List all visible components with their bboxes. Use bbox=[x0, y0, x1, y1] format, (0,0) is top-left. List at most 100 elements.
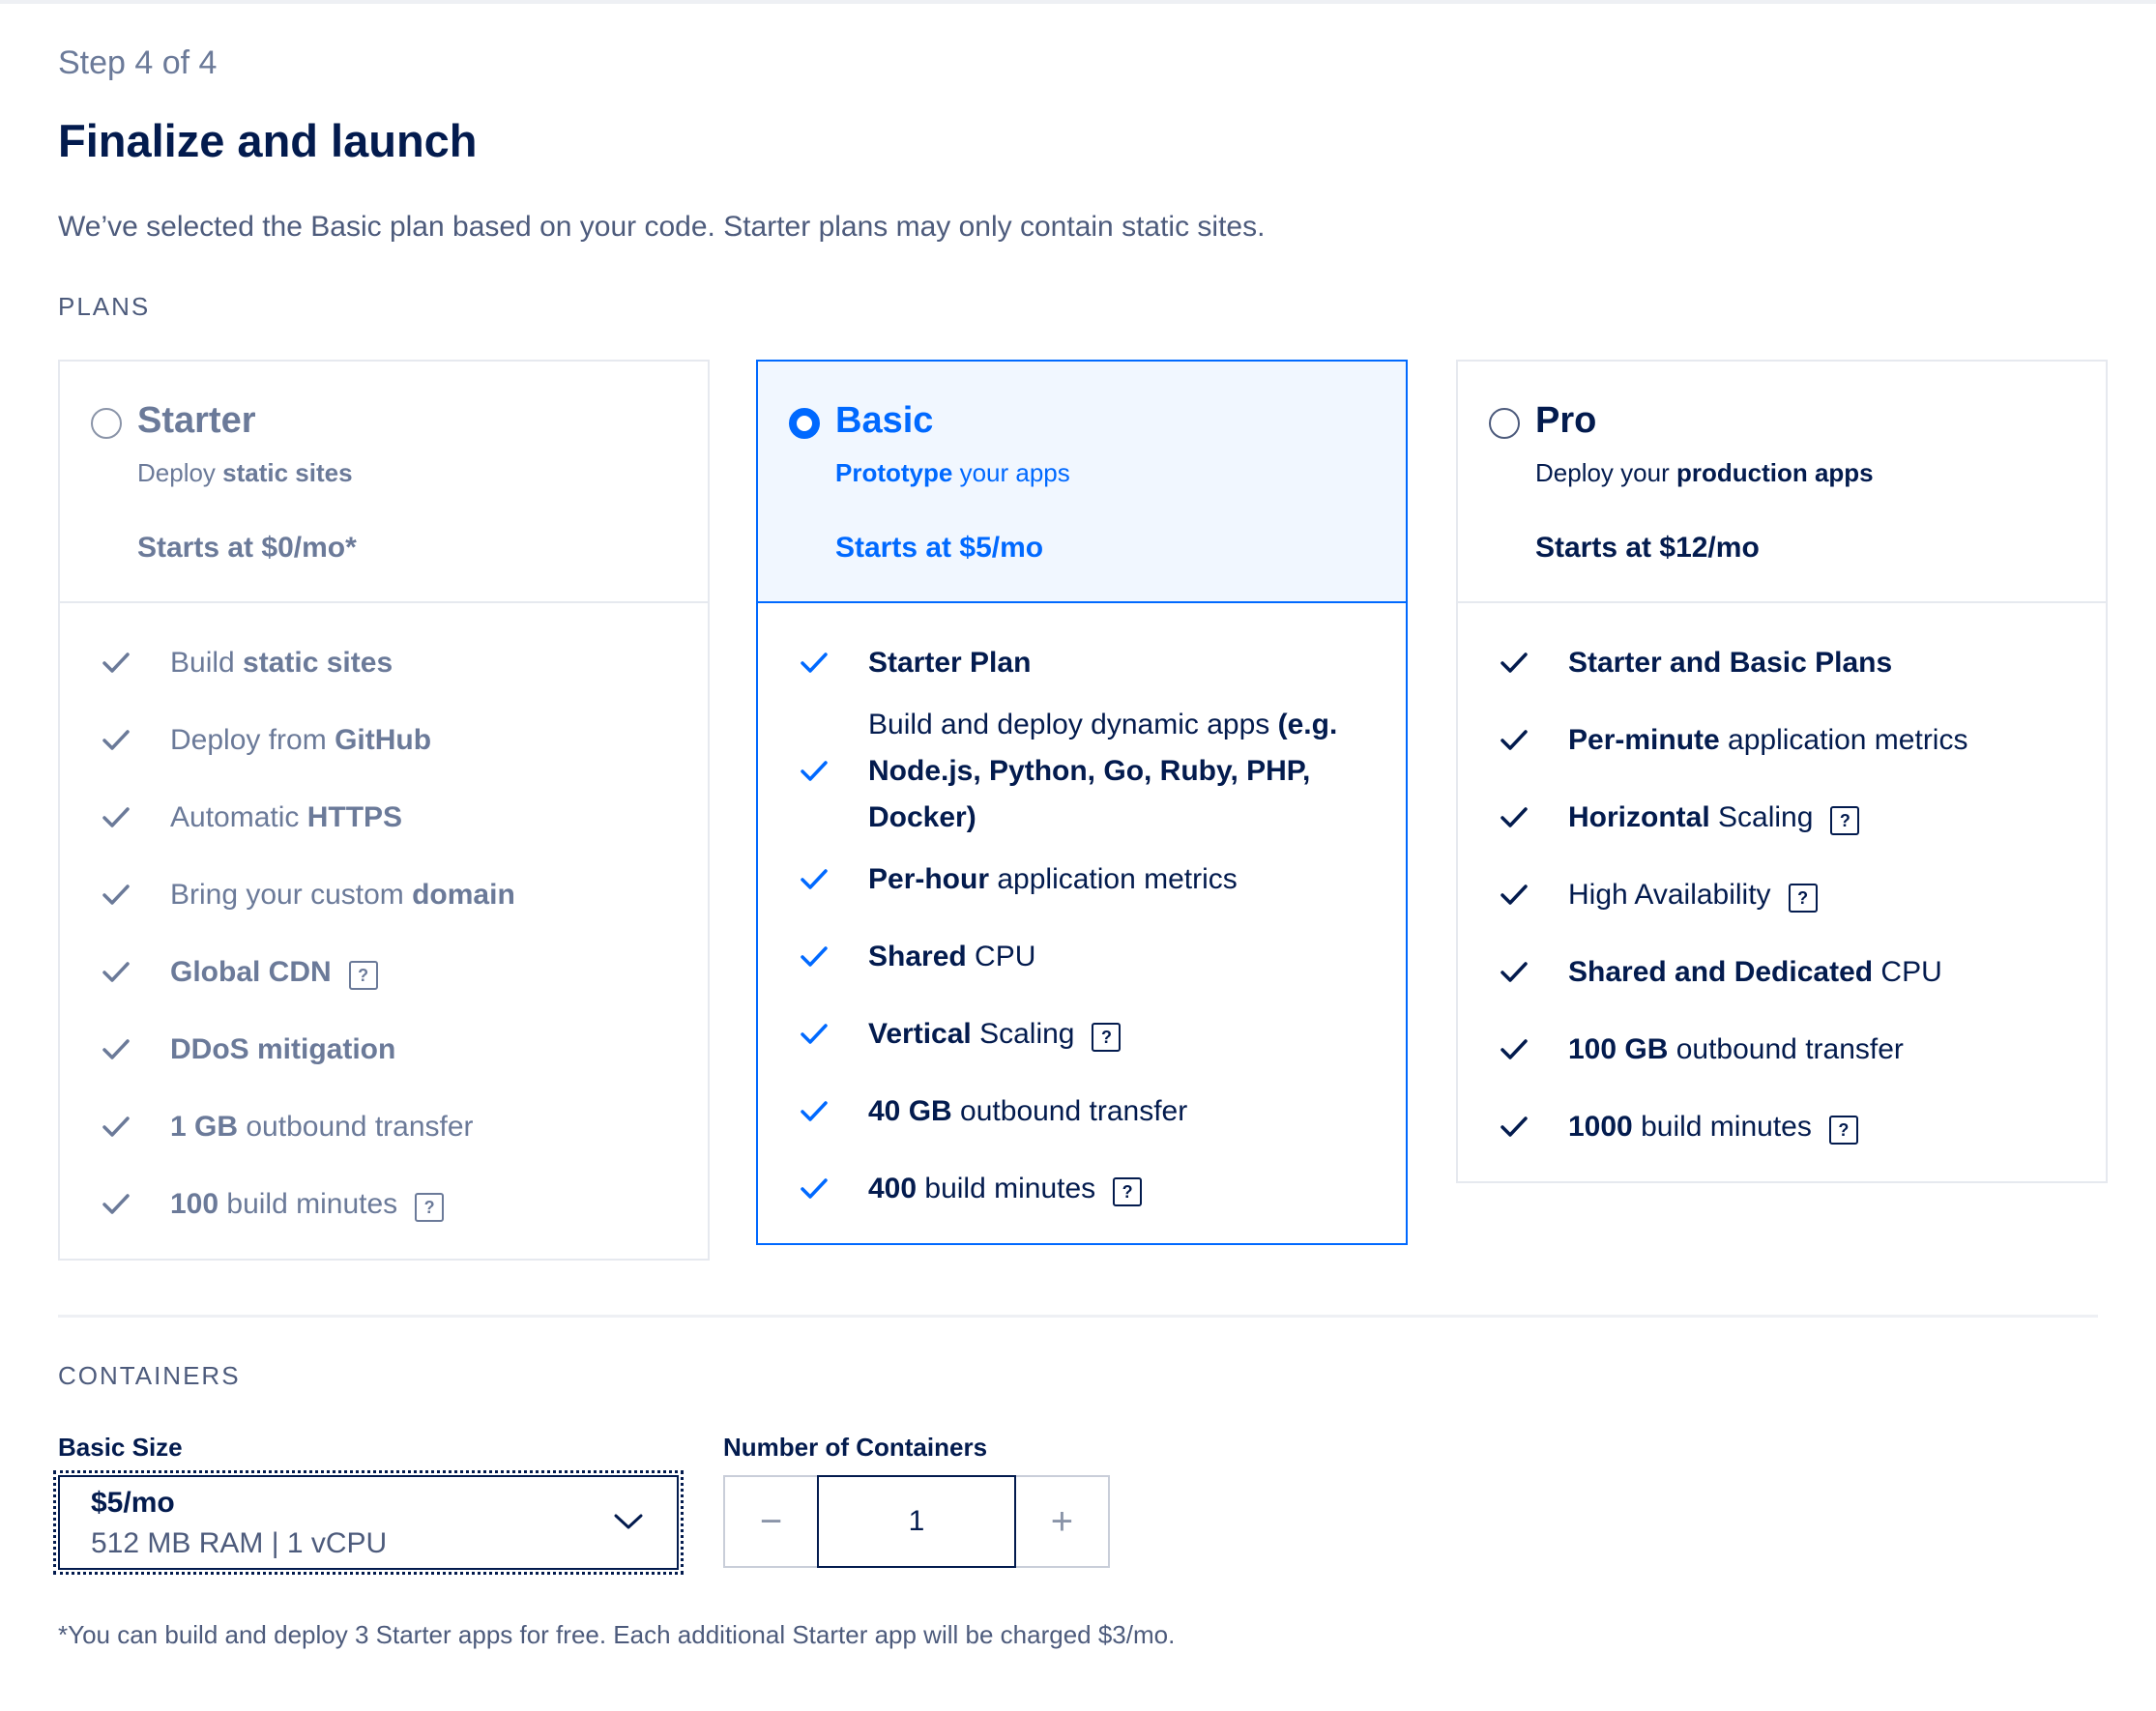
container-count-input[interactable]: 1 bbox=[817, 1475, 1016, 1568]
text-emphasis: Shared bbox=[868, 941, 967, 972]
checkmark-icon bbox=[102, 730, 130, 750]
checkmark-icon bbox=[1500, 884, 1528, 905]
decrement-button[interactable]: − bbox=[725, 1477, 817, 1566]
text-emphasis: production apps bbox=[1675, 458, 1874, 487]
feature-text: Vertical Scaling? bbox=[868, 1011, 1122, 1058]
text-run: application metrics bbox=[1719, 724, 1968, 756]
checkmark-icon bbox=[801, 946, 828, 967]
section-divider bbox=[58, 1315, 2098, 1318]
feature-text: Bring your custom domain bbox=[170, 872, 515, 918]
plan-feature-item: Vertical Scaling? bbox=[758, 996, 1406, 1073]
text-run: build minutes bbox=[917, 1173, 1096, 1204]
checkmark-icon bbox=[801, 1178, 828, 1199]
feature-text: 40 GB outbound transfer bbox=[868, 1088, 1187, 1135]
help-icon[interactable]: ? bbox=[1113, 1177, 1143, 1206]
checkmark-icon bbox=[801, 761, 828, 781]
text-emphasis: 100 bbox=[170, 1188, 219, 1220]
checkmark-icon bbox=[1500, 652, 1528, 673]
plan-feature-item: Bring your custom domain bbox=[60, 856, 708, 934]
text-run: build minutes bbox=[219, 1188, 398, 1220]
text-emphasis: Vertical bbox=[868, 1018, 972, 1050]
help-icon[interactable]: ? bbox=[1788, 884, 1818, 913]
plan-name: Basic bbox=[835, 400, 934, 441]
plan-feature-item: 100 GB outbound transfer bbox=[1458, 1011, 2106, 1088]
feature-text: Global CDN? bbox=[170, 949, 378, 996]
plan-feature-item: 100 build minutes? bbox=[60, 1166, 708, 1243]
plan-feature-item: High Availability? bbox=[1458, 856, 2106, 934]
text-emphasis: static sites bbox=[222, 458, 353, 487]
help-icon[interactable]: ? bbox=[1092, 1023, 1122, 1052]
increment-button[interactable]: + bbox=[1016, 1477, 1108, 1566]
feature-text: Horizontal Scaling? bbox=[1568, 795, 1860, 841]
text-emphasis: DDoS mitigation bbox=[170, 1033, 396, 1065]
plan-feature-item: Starter Plan bbox=[758, 624, 1406, 702]
checkmark-icon bbox=[1500, 1116, 1528, 1137]
text-emphasis: 400 bbox=[868, 1173, 918, 1204]
text-emphasis: static sites bbox=[243, 647, 393, 679]
plan-feature-item: Shared CPU bbox=[758, 918, 1406, 996]
plan-subtitle: Prototype your apps bbox=[835, 458, 1070, 488]
plan-card-basic[interactable]: Basic Prototype your apps Starts at $5/m… bbox=[756, 360, 1408, 1245]
plan-card-header: Starter Deploy static sites Starts at $0… bbox=[60, 362, 708, 603]
radio-starter[interactable] bbox=[91, 408, 122, 439]
checkmark-icon bbox=[801, 1101, 828, 1121]
plan-feature-item: Per-hour application metrics bbox=[758, 841, 1406, 918]
finalize-launch-page: Step 4 of 4 Finalize and launch We’ve se… bbox=[0, 0, 2156, 1711]
plan-name: Pro bbox=[1535, 400, 1597, 441]
feature-text: Build static sites bbox=[170, 640, 393, 686]
text-emphasis: 1000 bbox=[1568, 1111, 1633, 1143]
text-run: build minutes bbox=[1632, 1111, 1812, 1143]
feature-text: Automatic HTTPS bbox=[170, 795, 402, 841]
radio-pro[interactable] bbox=[1489, 408, 1520, 439]
help-icon[interactable]: ? bbox=[415, 1193, 445, 1222]
plan-subtitle: Deploy your production apps bbox=[1535, 458, 1874, 488]
text-emphasis: 1 GB bbox=[170, 1111, 239, 1143]
text-run: application metrics bbox=[989, 863, 1238, 895]
text-emphasis: Global CDN bbox=[170, 956, 332, 988]
radio-basic[interactable] bbox=[789, 408, 820, 439]
pricing-footnote: *You can build and deploy 3 Starter apps… bbox=[58, 1620, 1176, 1649]
text-run: Deploy your bbox=[1535, 458, 1676, 487]
text-run: Deploy bbox=[137, 458, 223, 487]
plan-feature-item: 1 GB outbound transfer bbox=[60, 1088, 708, 1166]
plan-name: Starter bbox=[137, 400, 256, 441]
plan-features: Starter and Basic Plans Per-minute applic… bbox=[1458, 603, 2106, 1181]
feature-text: 100 build minutes? bbox=[170, 1181, 445, 1228]
plan-feature-item: Build static sites bbox=[60, 624, 708, 702]
plan-card-header: Pro Deploy your production apps Starts a… bbox=[1458, 362, 2106, 603]
plan-card-starter[interactable]: Starter Deploy static sites Starts at $0… bbox=[58, 360, 710, 1261]
plan-price: Starts at $12/mo bbox=[1535, 532, 1760, 564]
feature-text: Shared CPU bbox=[868, 934, 1035, 980]
checkmark-icon bbox=[102, 807, 130, 827]
text-run: Automatic bbox=[170, 801, 307, 833]
feature-text: Starter Plan bbox=[868, 640, 1031, 686]
basic-size-select[interactable]: $5/mo 512 MB RAM | 1 vCPU bbox=[53, 1470, 684, 1575]
checkmark-icon bbox=[1500, 730, 1528, 750]
plan-feature-item: DDoS mitigation bbox=[60, 1011, 708, 1088]
text-run: Scaling bbox=[971, 1018, 1075, 1050]
help-icon[interactable]: ? bbox=[1828, 1116, 1858, 1145]
feature-text: DDoS mitigation bbox=[170, 1027, 395, 1073]
plan-subtitle: Deploy static sites bbox=[137, 458, 353, 488]
text-emphasis: Horizontal bbox=[1568, 801, 1710, 833]
text-emphasis: domain bbox=[412, 879, 515, 911]
plan-feature-item: 1000 build minutes? bbox=[1458, 1088, 2106, 1166]
help-icon[interactable]: ? bbox=[1830, 806, 1860, 835]
text-emphasis: Shared and Dedicated bbox=[1568, 956, 1874, 988]
help-icon[interactable]: ? bbox=[348, 961, 378, 990]
feature-text: Build and deploy dynamic apps (e.g. Node… bbox=[868, 702, 1371, 841]
text-run: outbound transfer bbox=[1668, 1033, 1904, 1065]
plan-card-pro[interactable]: Pro Deploy your production apps Starts a… bbox=[1456, 360, 2108, 1183]
plan-features: Starter Plan Build and deploy dynamic app… bbox=[758, 603, 1406, 1243]
plan-feature-item: Horizontal Scaling? bbox=[1458, 779, 2106, 856]
chevron-down-icon bbox=[614, 1514, 643, 1529]
checkmark-icon bbox=[102, 962, 130, 982]
text-emphasis: Starter Plan bbox=[868, 647, 1032, 679]
checkmark-icon bbox=[801, 869, 828, 889]
feature-text: 400 build minutes? bbox=[868, 1166, 1143, 1212]
plan-feature-item: Per-minute application metrics bbox=[1458, 702, 2106, 779]
plan-feature-item: Automatic HTTPS bbox=[60, 779, 708, 856]
text-run: Scaling bbox=[1709, 801, 1814, 833]
text-run: Deploy from bbox=[170, 724, 335, 756]
top-divider bbox=[0, 0, 2156, 4]
